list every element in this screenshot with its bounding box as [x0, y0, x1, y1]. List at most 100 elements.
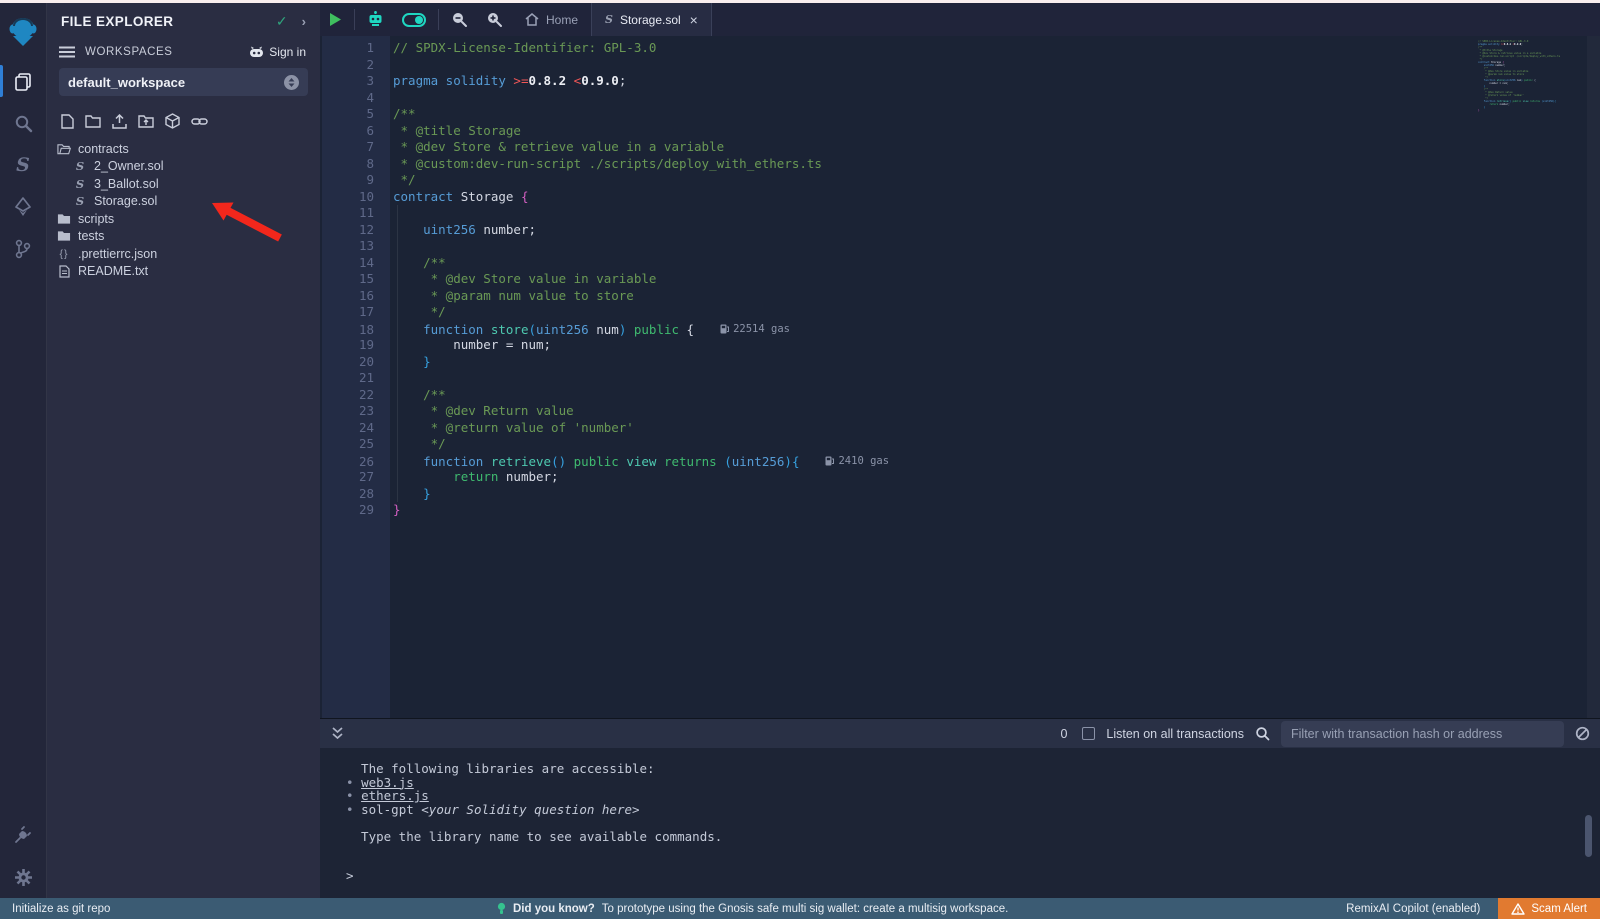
transaction-filter-input[interactable]	[1281, 721, 1564, 747]
code-line[interactable]: 24 * @return value of 'number'	[320, 420, 1600, 437]
code-line[interactable]: 9 */	[320, 172, 1600, 189]
code-line[interactable]: 15 * @dev Store value in variable	[320, 271, 1600, 288]
code-line[interactable]: 28 }	[320, 486, 1600, 503]
line-number: 8	[320, 156, 374, 173]
tree-item-.prettierrc.json[interactable]: {}.prettierrc.json	[47, 245, 320, 263]
expand-panel-chevron-icon[interactable]: ›	[302, 14, 306, 29]
home-icon	[525, 13, 539, 26]
line-number: 29	[320, 502, 374, 519]
folder-icon	[57, 213, 71, 225]
remix-logo-icon[interactable]	[0, 8, 47, 56]
code-line[interactable]: 8 * @custom:dev-run-script ./scripts/dep…	[320, 156, 1600, 173]
editor-scrollbar[interactable]	[1587, 36, 1600, 718]
code-line[interactable]: 7 * @dev Store & retrieve value in a var…	[320, 139, 1600, 156]
terminal-line: • ethers.js	[346, 789, 1600, 803]
upload-folder-icon[interactable]	[138, 114, 154, 128]
sidebar-item-plugin-manager[interactable]	[0, 814, 47, 856]
zoom-out-button[interactable]	[442, 3, 477, 36]
solidity-icon: S	[73, 194, 87, 208]
code-line[interactable]: 27 return number;	[320, 469, 1600, 486]
upload-file-icon[interactable]	[112, 114, 127, 129]
code-line[interactable]: 11	[320, 205, 1600, 222]
code-line[interactable]: 21	[320, 370, 1600, 387]
gear-icon	[14, 868, 33, 887]
tree-item-tests[interactable]: tests	[47, 228, 320, 246]
code-line[interactable]: 25 */	[320, 436, 1600, 453]
tree-item-contracts[interactable]: contracts	[47, 140, 320, 158]
code-line[interactable]: 5/**	[320, 106, 1600, 123]
solidity-icon: S	[73, 159, 87, 173]
gas-estimate-badge: 22514 gas	[720, 321, 790, 338]
run-script-button[interactable]	[320, 3, 351, 36]
code-line[interactable]: 6 * @title Storage	[320, 123, 1600, 140]
tree-item-3_Ballot.sol[interactable]: S3_Ballot.sol	[47, 175, 320, 193]
code-line[interactable]: 3pragma solidity >=0.8.2 <0.9.0;	[320, 73, 1600, 90]
code-line[interactable]: 22 /**	[320, 387, 1600, 404]
sidebar-item-git[interactable]	[0, 228, 47, 270]
sidebar-item-settings[interactable]	[0, 856, 47, 898]
tab-storage-sol[interactable]: S Storage.sol ×	[591, 3, 712, 36]
close-tab-icon[interactable]: ×	[690, 12, 698, 28]
workspace-select[interactable]: default_workspace	[59, 68, 308, 96]
terminal-prompt[interactable]: >	[346, 868, 1600, 883]
listen-all-transactions-checkbox[interactable]	[1082, 727, 1095, 740]
tree-item-README.txt[interactable]: README.txt	[47, 263, 320, 281]
remixai-assistant-button[interactable]	[358, 3, 393, 36]
code-line[interactable]: 4	[320, 90, 1600, 107]
expand-terminal-icon[interactable]	[332, 727, 343, 740]
code-editor[interactable]: 1// SPDX-License-Identifier: GPL-3.023pr…	[320, 36, 1600, 718]
scam-alert-button[interactable]: Scam Alert	[1498, 898, 1600, 919]
code-line[interactable]: 29}	[320, 502, 1600, 519]
code-line[interactable]: 10contract Storage {	[320, 189, 1600, 206]
code-line[interactable]: 1// SPDX-License-Identifier: GPL-3.0	[320, 40, 1600, 57]
create-folder-icon[interactable]	[85, 114, 101, 128]
terminal-scrollbar-thumb[interactable]	[1585, 815, 1592, 857]
tree-item-Storage.sol[interactable]: SStorage.sol	[47, 193, 320, 211]
sidebar-item-deploy-and-run[interactable]	[0, 186, 47, 228]
file-tree: contractsS2_Owner.solS3_Ballot.solSStora…	[47, 136, 320, 280]
text-icon	[57, 265, 71, 278]
tree-item-2_Owner.sol[interactable]: S 2_Owner.sol	[47, 158, 320, 176]
link-icon[interactable]	[191, 115, 208, 128]
code-line[interactable]: 26 function retrieve() public view retur…	[320, 453, 1600, 470]
file-name: README.txt	[78, 264, 148, 278]
file-name: 3_Ballot.sol	[94, 177, 159, 191]
workspaces-menu-icon[interactable]	[59, 46, 75, 58]
sidebar-item-search[interactable]	[0, 102, 47, 144]
workspaces-label: WORKSPACES	[85, 46, 173, 58]
code-line[interactable]: 2	[320, 57, 1600, 74]
code-line[interactable]: 17 */	[320, 304, 1600, 321]
sidebar-item-file-explorer[interactable]	[0, 60, 47, 102]
tab-home[interactable]: Home	[512, 3, 591, 36]
sign-in-button[interactable]: Sign in	[249, 45, 306, 59]
workbench: Home S Storage.sol × 1// SPDX-License-Id…	[320, 3, 1600, 898]
panel-title: FILE EXPLORER	[61, 14, 173, 29]
code-line[interactable]: 23 * @dev Return value	[320, 403, 1600, 420]
clear-filter-block-icon[interactable]	[1575, 726, 1590, 741]
code-line[interactable]: 14 /**	[320, 255, 1600, 272]
file-name: 2_Owner.sol	[94, 159, 163, 173]
zoom-in-button[interactable]	[477, 3, 512, 36]
code-line[interactable]: 20 }	[320, 354, 1600, 371]
status-bar: Initialize as git repo Did you know? To …	[0, 898, 1600, 919]
folder-icon	[57, 230, 71, 242]
code-line[interactable]: 16 * @param num value to store	[320, 288, 1600, 305]
file-name: scripts	[78, 212, 114, 226]
terminal[interactable]: The following libraries are accessible: •…	[320, 748, 1600, 898]
code-line[interactable]: 18 function store(uint256 num) public {2…	[320, 321, 1600, 338]
tree-item-scripts[interactable]: scripts	[47, 210, 320, 228]
create-file-icon[interactable]	[61, 114, 74, 129]
sidebar-item-solidity-compiler[interactable]: S	[0, 144, 47, 186]
copilot-toggle[interactable]	[393, 3, 435, 36]
solidity-compiler-icon: S	[16, 154, 30, 176]
line-number: 24	[320, 420, 374, 437]
code-line[interactable]: 12 uint256 number;	[320, 222, 1600, 239]
code-line[interactable]: 19 number = num;	[320, 337, 1600, 354]
code-line[interactable]: 13	[320, 238, 1600, 255]
terminal-line: The following libraries are accessible:	[346, 762, 1600, 776]
editor-minimap[interactable]: // SPDX-License-Identifier: GPL-3.0pragm…	[1478, 40, 1586, 112]
line-number: 4	[320, 90, 374, 107]
cube-icon[interactable]	[165, 113, 180, 129]
git-init-status[interactable]: Initialize as git repo	[12, 903, 110, 915]
robot-icon	[367, 11, 384, 28]
